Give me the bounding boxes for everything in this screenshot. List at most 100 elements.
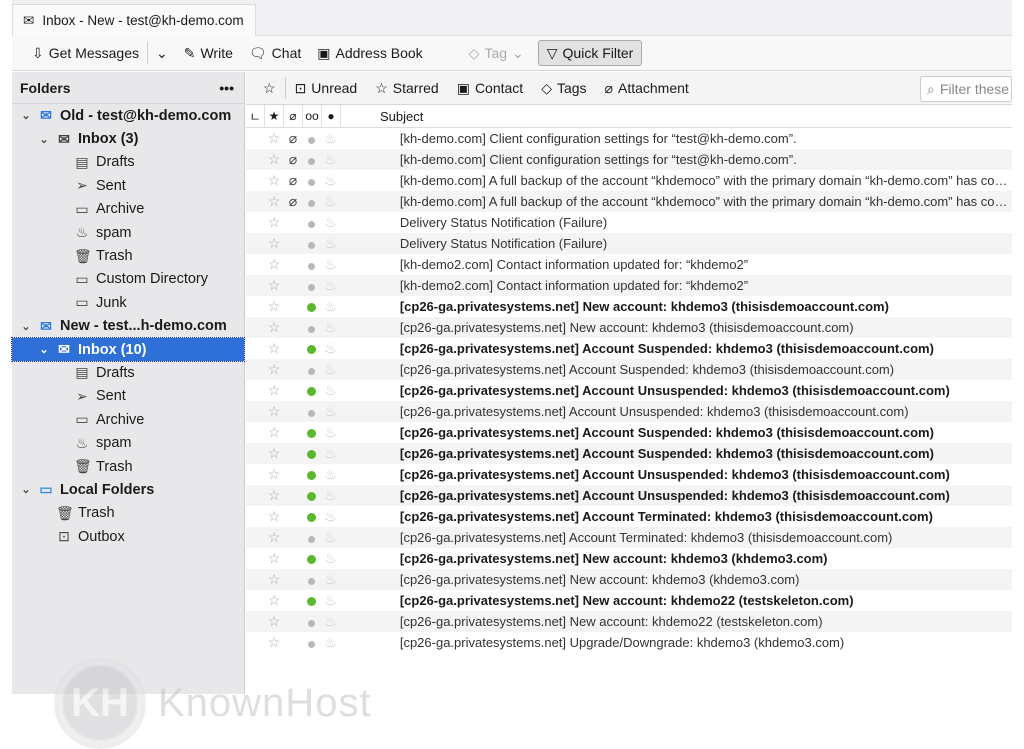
message-row[interactable]: ☆♨[kh-demo2.com] Contact information upd… (246, 254, 1012, 275)
star-icon[interactable]: ☆ (265, 382, 284, 399)
chevron-down-icon[interactable]: ⌄ (20, 483, 32, 496)
junk-status-icon[interactable]: ♨ (321, 130, 340, 147)
message-row[interactable]: ☆⌀♨[kh-demo.com] Client configuration se… (246, 128, 1012, 149)
junk-status-icon[interactable]: ♨ (321, 487, 340, 504)
folder-item[interactable]: ▤Drafts (12, 151, 244, 174)
star-icon[interactable]: ☆ (265, 571, 284, 588)
message-row[interactable]: ☆♨Delivery Status Notification (Failure) (246, 212, 1012, 233)
read-status-icon[interactable] (302, 635, 321, 651)
junk-status-icon[interactable]: ♨ (321, 277, 340, 294)
folder-item[interactable]: ⌄✉Inbox (3) (12, 127, 244, 150)
sticky-filter-toggle[interactable]: ☆ (254, 75, 285, 101)
star-icon[interactable]: ☆ (265, 613, 284, 630)
star-icon[interactable]: ☆ (265, 508, 284, 525)
star-icon[interactable]: ☆ (265, 466, 284, 483)
read-status-icon[interactable] (302, 446, 321, 462)
junk-status-icon[interactable]: ♨ (321, 298, 340, 315)
star-icon[interactable]: ☆ (265, 634, 284, 651)
folder-item[interactable]: ▭Archive (12, 408, 244, 431)
junk-status-icon[interactable]: ♨ (321, 214, 340, 231)
folder-item[interactable]: 🗑Trash (12, 455, 244, 478)
read-status-icon[interactable] (302, 488, 321, 504)
junk-status-icon[interactable]: ♨ (321, 319, 340, 336)
star-icon[interactable]: ☆ (265, 298, 284, 315)
filter-starred[interactable]: ☆Starred (366, 75, 447, 101)
message-row[interactable]: ☆♨[cp26-ga.privatesystems.net] Account S… (246, 338, 1012, 359)
folder-item[interactable]: ▭Custom Directory (12, 268, 244, 291)
read-status-icon[interactable] (302, 173, 321, 189)
star-icon[interactable]: ☆ (265, 151, 284, 168)
read-column-icon[interactable]: oo (303, 105, 322, 127)
write-button[interactable]: ✎Write (176, 40, 241, 66)
more-options-button[interactable]: ••• (219, 80, 234, 96)
message-row[interactable]: ☆♨[cp26-ga.privatesystems.net] Account U… (246, 380, 1012, 401)
message-row[interactable]: ☆♨[cp26-ga.privatesystems.net] New accou… (246, 317, 1012, 338)
message-row[interactable]: ☆♨[cp26-ga.privatesystems.net] Account U… (246, 401, 1012, 422)
star-icon[interactable]: ☆ (265, 424, 284, 441)
folder-item[interactable]: ⌄✉Old - test@kh-demo.com (12, 104, 244, 127)
read-status-icon[interactable] (302, 551, 321, 567)
junk-status-icon[interactable]: ♨ (321, 529, 340, 546)
junk-status-icon[interactable]: ♨ (321, 634, 340, 651)
message-row[interactable]: ☆♨[cp26-ga.privatesystems.net] Account U… (246, 485, 1012, 506)
read-status-icon[interactable] (302, 194, 321, 210)
get-messages-button[interactable]: ⇩Get Messages (24, 40, 147, 66)
filter-tags[interactable]: ◇Tags (532, 75, 595, 101)
read-status-icon[interactable] (302, 383, 321, 399)
junk-status-icon[interactable]: ♨ (321, 550, 340, 567)
star-icon[interactable]: ☆ (265, 277, 284, 294)
folder-item[interactable]: ♨spam (12, 221, 244, 244)
junk-status-icon[interactable]: ♨ (321, 382, 340, 399)
folder-item[interactable]: ▤Drafts (12, 361, 244, 384)
read-status-icon[interactable] (302, 362, 321, 378)
folder-item[interactable]: 🗑Trash (12, 244, 244, 267)
message-row[interactable]: ☆♨[cp26-ga.privatesystems.net] New accou… (246, 296, 1012, 317)
junk-status-icon[interactable]: ♨ (321, 256, 340, 273)
read-status-icon[interactable] (302, 404, 321, 420)
message-row[interactable]: ☆♨[cp26-ga.privatesystems.net] Upgrade/D… (246, 632, 1012, 653)
address-book-button[interactable]: ▣Address Book (309, 40, 430, 66)
attachment-column-icon[interactable]: ⌀ (284, 105, 303, 127)
folder-item[interactable]: ⌄▭Local Folders (12, 478, 244, 501)
folder-item[interactable]: 🗑Trash (12, 502, 244, 525)
folder-item[interactable]: ♨spam (12, 431, 244, 454)
filter-attachment[interactable]: ⌀Attachment (596, 75, 698, 101)
junk-status-icon[interactable]: ♨ (321, 613, 340, 630)
chevron-down-icon[interactable]: ⌄ (20, 109, 32, 122)
star-icon[interactable]: ☆ (265, 361, 284, 378)
message-row[interactable]: ☆♨[cp26-ga.privatesystems.net] Account S… (246, 422, 1012, 443)
message-row[interactable]: ☆♨[cp26-ga.privatesystems.net] Account T… (246, 527, 1012, 548)
star-icon[interactable]: ☆ (265, 592, 284, 609)
chevron-down-icon[interactable]: ⌄ (38, 133, 50, 146)
read-status-icon[interactable] (302, 530, 321, 546)
star-icon[interactable]: ☆ (265, 550, 284, 567)
message-row[interactable]: ☆⌀♨[kh-demo.com] A full backup of the ac… (246, 191, 1012, 212)
star-icon[interactable]: ☆ (265, 214, 284, 231)
message-row[interactable]: ☆♨[kh-demo2.com] Contact information upd… (246, 275, 1012, 296)
star-icon[interactable]: ☆ (265, 256, 284, 273)
star-icon[interactable]: ☆ (265, 130, 284, 147)
junk-status-icon[interactable]: ♨ (321, 340, 340, 357)
star-icon[interactable]: ☆ (265, 193, 284, 210)
junk-status-icon[interactable]: ♨ (321, 424, 340, 441)
message-row[interactable]: ☆♨[cp26-ga.privatesystems.net] New accou… (246, 590, 1012, 611)
read-status-icon[interactable] (302, 236, 321, 252)
message-row[interactable]: ☆⌀♨[kh-demo.com] Client configuration se… (246, 149, 1012, 170)
read-status-icon[interactable] (302, 299, 321, 315)
message-row[interactable]: ☆⌀♨[kh-demo.com] A full backup of the ac… (246, 170, 1012, 191)
message-row[interactable]: ☆♨[cp26-ga.privatesystems.net] Account U… (246, 464, 1012, 485)
message-row[interactable]: ☆♨[cp26-ga.privatesystems.net] New accou… (246, 569, 1012, 590)
junk-column-icon[interactable]: ● (322, 105, 341, 127)
read-status-icon[interactable] (302, 425, 321, 441)
junk-status-icon[interactable]: ♨ (321, 592, 340, 609)
read-status-icon[interactable] (302, 509, 321, 525)
read-status-icon[interactable] (302, 278, 321, 294)
folder-item[interactable]: ➢Sent (12, 385, 244, 408)
read-status-icon[interactable] (302, 572, 321, 588)
read-status-icon[interactable] (302, 320, 321, 336)
thread-column-icon[interactable]: ㄴ (246, 105, 265, 127)
star-icon[interactable]: ☆ (265, 529, 284, 546)
junk-status-icon[interactable]: ♨ (321, 508, 340, 525)
star-icon[interactable]: ☆ (265, 319, 284, 336)
read-status-icon[interactable] (302, 467, 321, 483)
